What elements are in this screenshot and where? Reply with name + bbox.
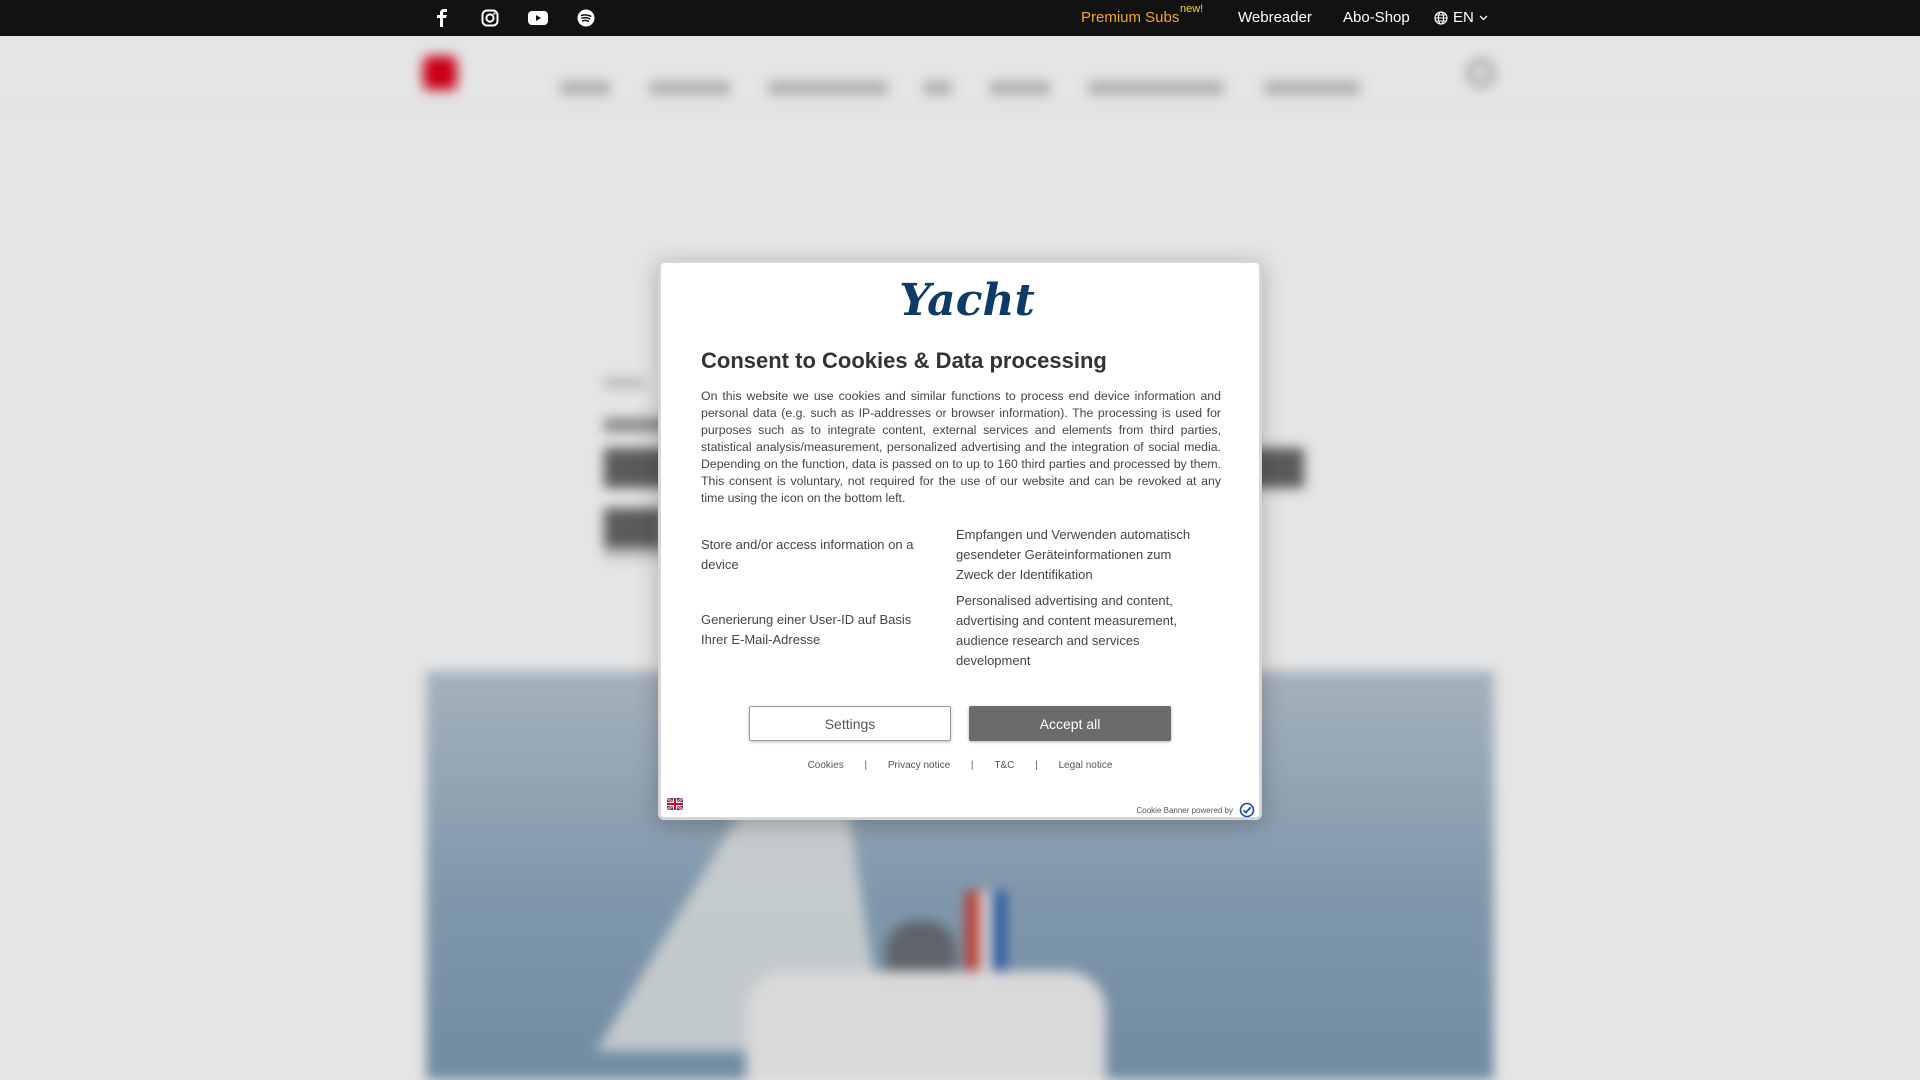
separator: | (970, 760, 974, 771)
premium-subs-link[interactable]: Premium Subs (1081, 9, 1179, 26)
dialog-description: On this website we use cookies and simil… (701, 389, 1221, 505)
globe-icon (1434, 10, 1448, 25)
purpose-item: Personalised advertising and content, ad… (956, 593, 1178, 668)
abo-shop-link[interactable]: Abo-Shop (1343, 9, 1410, 26)
purpose-item: Store and/or access information on a dev… (701, 537, 914, 572)
powered-by-text: Cookie Banner powered by (1136, 806, 1233, 815)
separator: | (864, 760, 868, 771)
shield-check-icon (1239, 802, 1255, 818)
terms-link[interactable]: T&C (994, 760, 1014, 771)
purpose-item: Empfangen und Verwenden automatisch gese… (956, 527, 1191, 582)
svg-text:Yacht: Yacht (899, 275, 1035, 326)
facebook-icon[interactable] (432, 8, 452, 28)
instagram-icon[interactable] (480, 8, 500, 28)
cookie-consent-dialog: Yacht Consent to Cookies & Data processi… (658, 260, 1262, 820)
dialog-footer-links: Cookies | Privacy notice | T&C | Legal n… (661, 760, 1259, 771)
purpose-item: Generierung einer User-ID auf Basis Ihre… (701, 612, 912, 647)
top-bar: Premium Subs new! Webreader Abo-Shop EN (0, 0, 1920, 36)
language-label: EN (1453, 9, 1474, 26)
language-selector[interactable]: EN (1434, 9, 1488, 26)
yacht-logo: Yacht (899, 275, 1035, 326)
language-flag-icon[interactable] (667, 798, 683, 810)
privacy-notice-link[interactable]: Privacy notice (888, 760, 950, 771)
chevron-down-icon (1479, 15, 1488, 20)
new-badge: new! (1180, 3, 1204, 15)
youtube-icon[interactable] (528, 8, 548, 28)
webreader-link[interactable]: Webreader (1238, 9, 1312, 26)
separator: | (1035, 760, 1038, 771)
settings-button[interactable]: Settings (749, 706, 951, 741)
dialog-title: Consent to Cookies & Data processing (701, 348, 1107, 373)
cookies-link[interactable]: Cookies (808, 760, 844, 771)
accept-all-button[interactable]: Accept all (969, 706, 1171, 741)
legal-notice-link[interactable]: Legal notice (1058, 760, 1112, 771)
spotify-icon[interactable] (576, 8, 596, 28)
